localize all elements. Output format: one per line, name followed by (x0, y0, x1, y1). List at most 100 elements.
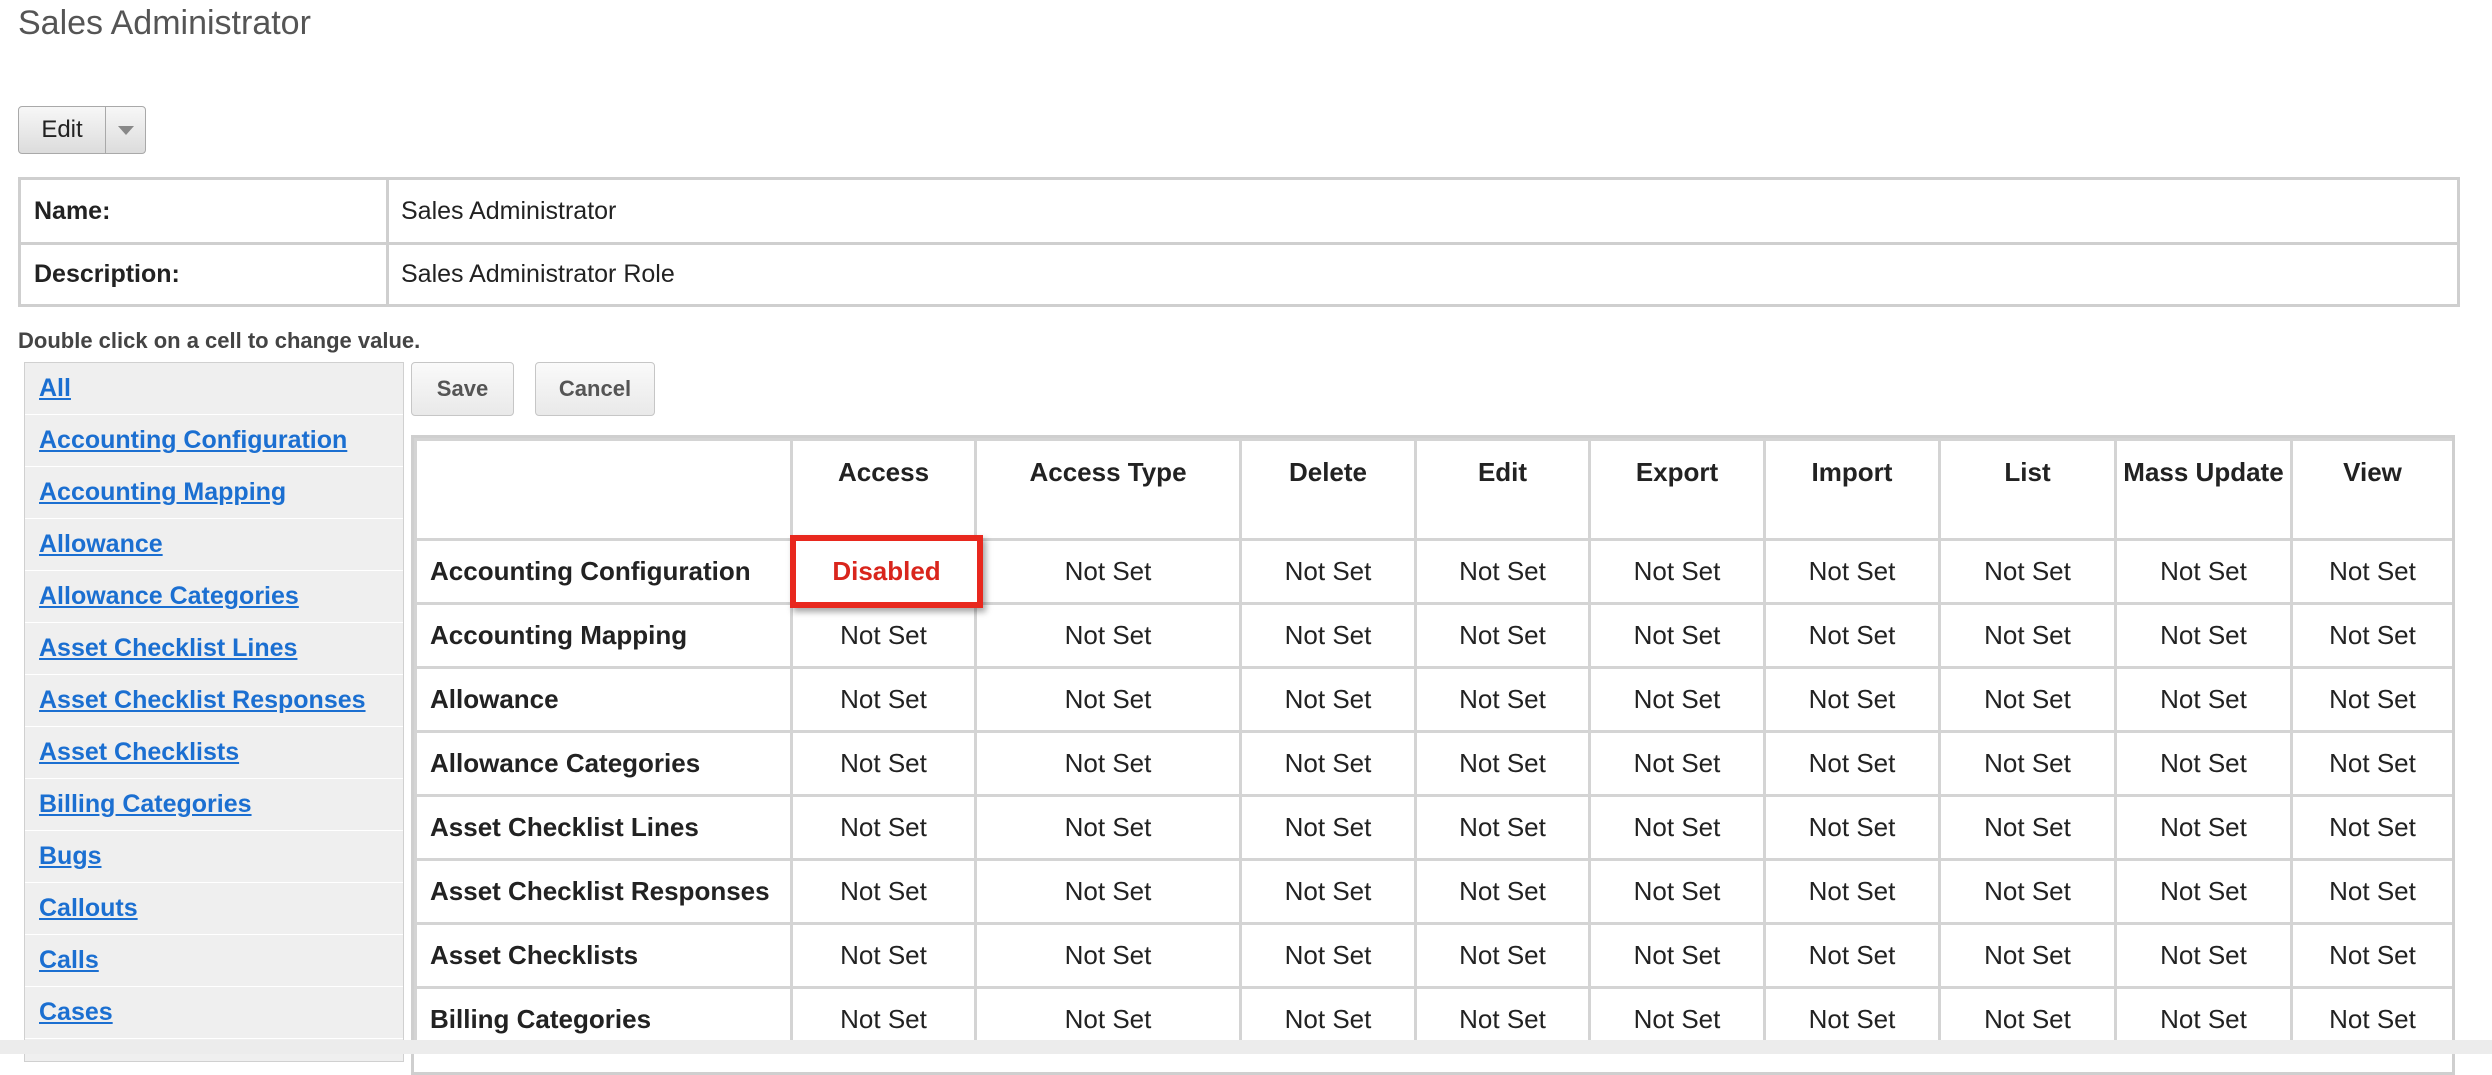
acl-cell[interactable]: Not Set (790, 794, 977, 861)
column-header-module (414, 438, 793, 541)
acl-cell[interactable]: Not Set (2290, 794, 2452, 861)
edit-dropdown-toggle[interactable] (106, 107, 145, 153)
cancel-button[interactable]: Cancel (535, 362, 655, 416)
acl-cell[interactable]: Not Set (1938, 794, 2117, 861)
table-row: Allowance Not Set Not Set Not Set Not Se… (414, 666, 2452, 733)
sidebar-item-asset-checklist-lines: Asset Checklist Lines (25, 623, 403, 675)
column-header-access: Access (790, 438, 977, 541)
acl-cell[interactable]: Not Set (790, 602, 977, 669)
acl-cell[interactable]: Not Set (1239, 538, 1417, 605)
acl-cell[interactable]: Not Set (974, 858, 1242, 925)
acl-table: Access Access Type Delete Edit Export Im… (414, 438, 2452, 1053)
acl-cell[interactable]: Not Set (1763, 858, 1941, 925)
acl-cell[interactable]: Not Set (790, 666, 977, 733)
acl-cell[interactable]: Not Set (2114, 858, 2293, 925)
acl-cell[interactable]: Not Set (1239, 730, 1417, 797)
acl-cell[interactable]: Not Set (1414, 666, 1591, 733)
acl-cell[interactable]: Not Set (2290, 858, 2452, 925)
acl-cell[interactable]: Not Set (1763, 730, 1941, 797)
acl-cell[interactable]: Not Set (1938, 602, 2117, 669)
column-header-export: Export (1588, 438, 1766, 541)
sidebar-link[interactable]: Callouts (39, 894, 138, 923)
sidebar-link[interactable]: Allowance Categories (39, 582, 299, 611)
acl-cell[interactable]: Not Set (1938, 730, 2117, 797)
sidebar-link[interactable]: Asset Checklist Responses (39, 686, 366, 715)
acl-cell[interactable]: Not Set (1763, 602, 1941, 669)
acl-cell[interactable]: Not Set (974, 922, 1242, 989)
acl-cell[interactable]: Not Set (1588, 602, 1766, 669)
column-header-import: Import (1763, 438, 1941, 541)
acl-cell[interactable]: Not Set (2114, 602, 2293, 669)
acl-cell[interactable]: Not Set (1414, 602, 1591, 669)
acl-cell[interactable]: Not Set (1938, 922, 2117, 989)
sidebar-item-allowance: Allowance (25, 519, 403, 571)
sidebar-link[interactable]: Allowance (39, 530, 163, 559)
acl-cell[interactable]: Not Set (1938, 666, 2117, 733)
sidebar-item-callouts: Callouts (25, 883, 403, 935)
disabled-value-highlight[interactable]: Disabled (790, 535, 983, 608)
acl-cell[interactable]: Not Set (1239, 602, 1417, 669)
acl-cell[interactable]: Not Set (974, 794, 1242, 861)
sidebar-link[interactable]: Bugs (39, 842, 102, 871)
sidebar-link[interactable]: Billing Categories (39, 790, 252, 819)
acl-cell[interactable]: Not Set (1239, 858, 1417, 925)
acl-cell[interactable]: Not Set (2114, 730, 2293, 797)
acl-cell[interactable]: Not Set (1588, 538, 1766, 605)
acl-cell[interactable]: Not Set (2290, 922, 2452, 989)
column-header-mass-update: Mass Update (2114, 438, 2293, 541)
acl-cell[interactable]: Not Set (2290, 730, 2452, 797)
acl-cell[interactable]: Not Set (1763, 922, 1941, 989)
save-button[interactable]: Save (411, 362, 514, 416)
acl-cell[interactable]: Not Set (974, 730, 1242, 797)
acl-cell[interactable]: Not Set (1239, 922, 1417, 989)
acl-cell[interactable]: Not Set (2114, 922, 2293, 989)
acl-cell[interactable]: Not Set (790, 730, 977, 797)
sidebar-link[interactable]: Asset Checklists (39, 738, 239, 767)
sidebar-item-allowance-categories: Allowance Categories (25, 571, 403, 623)
acl-cell[interactable]: Not Set (1414, 730, 1591, 797)
sidebar-link[interactable]: Asset Checklist Lines (39, 634, 297, 663)
sidebar-link[interactable]: Calls (39, 946, 99, 975)
acl-cell[interactable]: Not Set (2290, 602, 2452, 669)
acl-cell[interactable]: Not Set (1588, 794, 1766, 861)
acl-cell-access[interactable]: Disabled (790, 535, 983, 608)
edit-button[interactable]: Edit (19, 107, 106, 153)
acl-cell[interactable]: Not Set (2290, 666, 2452, 733)
sidebar-item-asset-checklist-responses: Asset Checklist Responses (25, 675, 403, 727)
acl-cell[interactable]: Not Set (1763, 538, 1941, 605)
acl-cell[interactable]: Not Set (1414, 538, 1591, 605)
acl-cell[interactable]: Not Set (1763, 794, 1941, 861)
acl-cell[interactable]: Not Set (1239, 794, 1417, 861)
acl-cell[interactable]: Not Set (2114, 538, 2293, 605)
acl-cell[interactable]: Not Set (790, 922, 977, 989)
acl-cell[interactable]: Not Set (1239, 666, 1417, 733)
acl-cell[interactable]: Not Set (1414, 922, 1591, 989)
acl-cell[interactable]: Not Set (974, 602, 1242, 669)
sidebar-link[interactable]: All (39, 374, 71, 403)
acl-cell[interactable]: Not Set (790, 858, 977, 925)
sidebar-link[interactable]: Cases (39, 998, 113, 1027)
acl-cell[interactable]: Not Set (1588, 730, 1766, 797)
page-title: Sales Administrator (18, 4, 311, 42)
acl-cell[interactable]: Not Set (1938, 858, 2117, 925)
sidebar-link[interactable]: Accounting Configuration (39, 426, 347, 455)
table-row: Asset Checklists Not Set Not Set Not Set… (414, 922, 2452, 989)
column-header-list: List (1938, 438, 2117, 541)
sidebar-link[interactable]: Accounting Mapping (39, 478, 286, 507)
acl-cell[interactable]: Not Set (1588, 666, 1766, 733)
sidebar-item-calls: Calls (25, 935, 403, 987)
acl-cell[interactable]: Not Set (1414, 794, 1591, 861)
acl-cell[interactable]: Not Set (2114, 794, 2293, 861)
acl-cell[interactable]: Not Set (974, 666, 1242, 733)
row-module-name: Asset Checklists (414, 922, 793, 989)
acl-cell[interactable]: Not Set (2290, 538, 2452, 605)
table-row: Asset Checklist Lines Not Set Not Set No… (414, 794, 2452, 861)
acl-cell[interactable]: Not Set (974, 538, 1242, 605)
acl-cell[interactable]: Not Set (1938, 538, 2117, 605)
acl-cell[interactable]: Not Set (1588, 922, 1766, 989)
acl-cell[interactable]: Not Set (1763, 666, 1941, 733)
acl-cell[interactable]: Not Set (1414, 858, 1591, 925)
acl-cell[interactable]: Not Set (2114, 666, 2293, 733)
acl-cell[interactable]: Not Set (1588, 858, 1766, 925)
row-module-name: Accounting Mapping (414, 602, 793, 669)
